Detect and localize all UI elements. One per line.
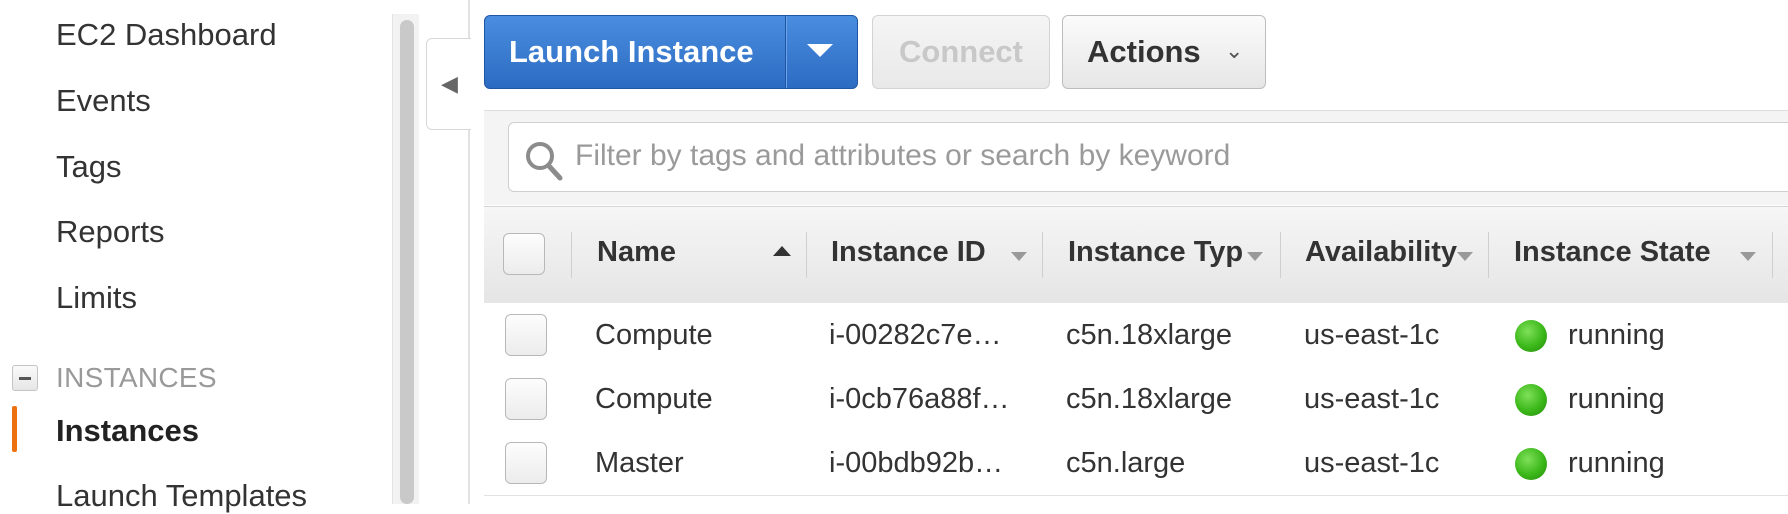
collapse-section-icon[interactable] [12,365,38,391]
column-separator [571,232,572,278]
sort-icon[interactable] [1011,252,1027,261]
cell-instance-state: running [1568,383,1665,415]
cell-instance-type: c5n.18xlarge [1066,383,1233,415]
column-separator [1280,232,1281,278]
running-status-icon [1515,448,1547,480]
search-placeholder: Filter by tags and attributes or search … [575,139,1231,172]
cell-instance-id[interactable]: i-00bdb92b… [829,447,1003,480]
cell-instance-type: c5n.large [1066,447,1186,479]
cell-availability: us-east-1c [1304,383,1440,415]
actions-label: Actions [1087,34,1201,69]
sidebar-item-instances[interactable]: Instances [56,413,199,449]
column-header-availability[interactable]: Availability [1305,236,1463,269]
cell-instance-state: running [1568,447,1665,479]
select-all-checkbox[interactable] [503,233,545,275]
cell-name: Compute [595,319,713,351]
sidebar-item-launch-templates[interactable]: Launch Templates [56,478,307,514]
cell-availability: us-east-1c [1304,447,1440,479]
launch-dropdown-caret-icon[interactable] [807,44,833,57]
cell-instance-id[interactable]: i-00282c7e… [829,319,1002,352]
sidebar-item-ec2-dashboard[interactable]: EC2 Dashboard [56,17,277,53]
cell-availability: us-east-1c [1304,319,1440,351]
row-checkbox[interactable] [505,442,547,484]
sidebar-item-limits[interactable]: Limits [56,280,137,316]
column-separator [1042,232,1043,278]
active-indicator [12,406,17,452]
column-header-instance-type[interactable]: Instance Typ [1068,236,1248,269]
sidebar-item-tags[interactable]: Tags [56,149,121,185]
column-header-instance-state[interactable]: Instance State [1514,236,1711,269]
actions-button[interactable]: Actions ⌄ [1062,15,1266,89]
cell-name: Master [595,447,684,479]
column-separator [1772,232,1773,278]
chevron-left-icon: ◀ [441,71,458,96]
sort-icon[interactable] [1247,252,1263,261]
running-status-icon [1515,384,1547,416]
sidebar-section-label: INSTANCES [56,362,217,393]
sort-icon[interactable] [1740,252,1756,261]
sidebar-item-events[interactable]: Events [56,83,151,119]
column-header-instance-id[interactable]: Instance ID [831,236,986,269]
cell-instance-id[interactable]: i-0cb76a88f… [829,383,1010,416]
sidebar-section-instances[interactable]: INSTANCES [12,362,217,394]
launch-instance-button[interactable]: Launch Instance [484,15,858,89]
sidebar: EC2 Dashboard Events Tags Reports Limits… [0,0,392,513]
running-status-icon [1515,320,1547,352]
row-checkbox[interactable] [505,378,547,420]
column-separator [806,232,807,278]
sidebar-item-reports[interactable]: Reports [56,214,165,250]
launch-instance-label: Launch Instance [509,34,754,69]
cell-instance-state: running [1568,319,1665,351]
column-separator [1488,232,1489,278]
button-separator [785,16,786,88]
sidebar-scrollbar-thumb[interactable] [400,20,414,504]
collapse-sidebar-button[interactable]: ◀ [426,38,471,130]
connect-button[interactable]: Connect [872,15,1050,89]
search-icon [526,142,563,181]
sort-icon[interactable] [1457,252,1473,261]
sort-ascending-icon[interactable] [773,246,791,256]
cell-instance-type: c5n.18xlarge [1066,319,1233,351]
column-header-name[interactable]: Name [597,236,676,269]
row-checkbox[interactable] [505,314,547,356]
chevron-down-icon: ⌄ [1225,38,1244,63]
cell-name: Compute [595,383,713,415]
